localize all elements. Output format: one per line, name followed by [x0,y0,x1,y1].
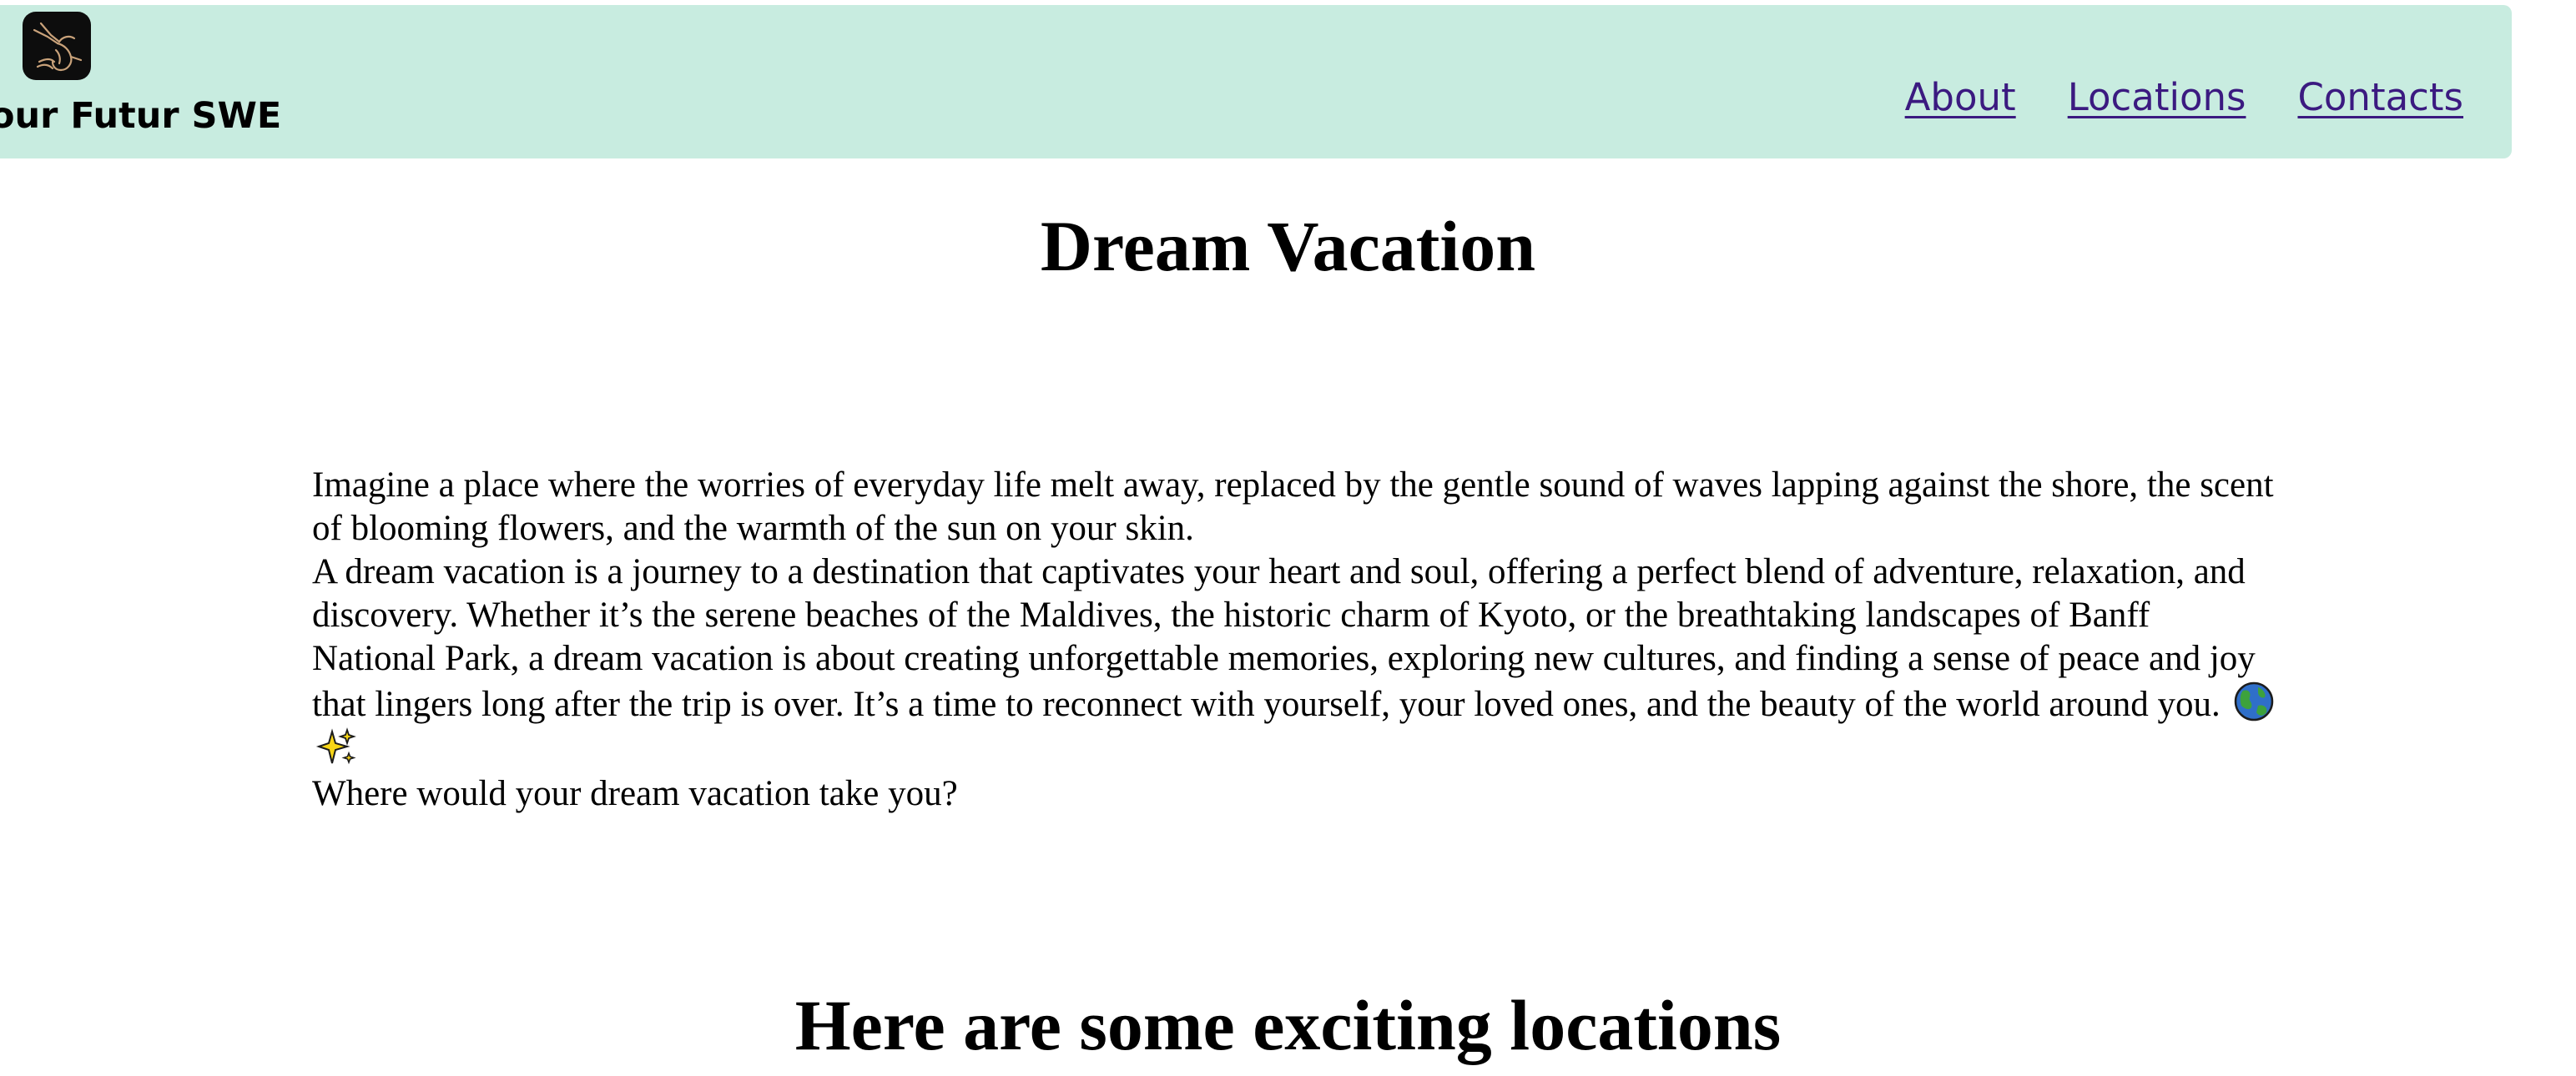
hummingbird-icon [33,22,83,72]
globe-icon [2234,681,2273,722]
nav-link-contacts[interactable]: Contacts [2297,78,2463,116]
sparkles-icon [315,727,356,765]
intro-paragraph-text: A dream vacation is a journey to a desti… [312,552,2256,724]
intro-paragraph: A dream vacation is a journey to a desti… [312,551,2281,772]
main-nav: About Locations Contacts [1905,78,2463,116]
site-brand-name: our Futur SWE [0,95,282,137]
intro-paragraph-text: Where would your dream vacation take you… [312,774,958,813]
intro-paragraph: Where would your dream vacation take you… [312,772,2281,816]
nav-link-about[interactable]: About [1905,78,2016,116]
locations-heading: Here are some exciting locations [794,985,1782,1065]
logo[interactable] [23,12,91,80]
nav-link-locations[interactable]: Locations [2068,78,2246,116]
intro-paragraph: Imagine a place where the worries of eve… [312,464,2281,551]
intro-paragraph-text: Imagine a place where the worries of eve… [312,465,2274,548]
intro-text: Imagine a place where the worries of eve… [312,464,2281,816]
site-header: our Futur SWE About Locations Contacts [0,5,2512,158]
page-title: Dream Vacation [1040,206,1536,286]
